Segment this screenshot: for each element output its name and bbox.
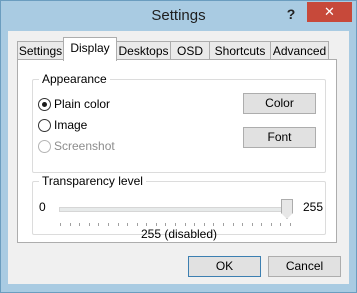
transparency-max-label: 255 [303, 200, 324, 214]
color-button[interactable]: Color [243, 93, 316, 114]
slider-tick [89, 223, 90, 226]
slider-tick [146, 223, 147, 226]
font-button[interactable]: Font [243, 127, 316, 148]
slider-tick [204, 223, 205, 226]
slider-tick [213, 223, 214, 226]
slider-tick [108, 223, 109, 226]
slider-tick [156, 223, 157, 226]
window-title: Settings [151, 7, 206, 24]
transparency-slider-thumb[interactable] [281, 199, 293, 219]
slider-tick [233, 223, 234, 226]
screenshot-radio-indicator [38, 140, 51, 153]
tab-desktops[interactable]: Desktops [116, 41, 171, 60]
slider-tick [280, 223, 281, 226]
dialog-client: Settings Display Desktops OSD Shortcuts … [8, 31, 349, 284]
tab-shortcuts[interactable]: Shortcuts [209, 41, 271, 60]
slider-tick [118, 223, 119, 226]
slider-tick [175, 223, 176, 226]
image-radio-indicator[interactable] [38, 119, 51, 132]
transparency-value-text: 255 (disabled) [140, 227, 218, 241]
slider-tick [60, 223, 61, 226]
slider-tick [165, 223, 166, 226]
slider-tick [137, 223, 138, 226]
ok-button[interactable]: OK [188, 256, 261, 277]
slider-tick [261, 223, 262, 226]
tab-settings[interactable]: Settings [17, 41, 64, 60]
transparency-group: Transparency level 0 255 255 (disabled) [32, 174, 326, 241]
tab-display[interactable]: Display [63, 37, 117, 61]
slider-tick [223, 223, 224, 226]
slider-tick [242, 223, 243, 226]
slider-tick [127, 223, 128, 226]
display-tab-panel: Appearance Plain color Image Screenshot … [17, 59, 337, 243]
slider-tick [98, 223, 99, 226]
appearance-group: Appearance Plain color Image Screenshot … [32, 72, 326, 173]
slider-tick [290, 223, 291, 226]
slider-tick [271, 223, 272, 226]
slider-tick [185, 223, 186, 226]
tab-osd[interactable]: OSD [170, 41, 210, 60]
plain-color-label: Plain color [54, 97, 111, 111]
cancel-button[interactable]: Cancel [268, 256, 341, 277]
title-bar[interactable]: Settings ? ✕ [1, 1, 356, 31]
appearance-group-label: Appearance [39, 72, 110, 86]
help-icon[interactable]: ? [283, 5, 299, 23]
plain-color-radio-indicator[interactable] [38, 98, 51, 111]
slider-tick [70, 223, 71, 226]
transparency-min-label: 0 [39, 200, 46, 214]
tab-advanced[interactable]: Advanced [270, 41, 329, 60]
slider-tick [252, 223, 253, 226]
image-label: Image [54, 118, 88, 132]
slider-tick [79, 223, 80, 226]
slider-tick [194, 223, 195, 226]
settings-window: Settings ? ✕ Settings Display Desktops O… [0, 0, 357, 293]
close-icon[interactable]: ✕ [307, 2, 352, 22]
screenshot-label: Screenshot [54, 139, 115, 153]
transparency-group-label: Transparency level [39, 174, 146, 188]
transparency-slider-track [59, 207, 293, 212]
